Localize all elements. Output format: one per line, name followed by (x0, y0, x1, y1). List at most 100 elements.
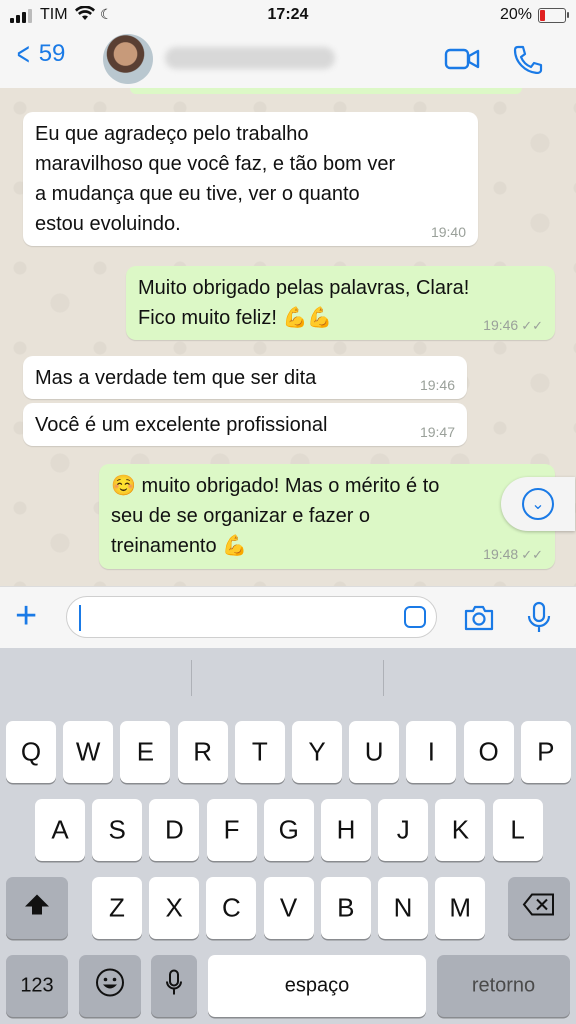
camera-icon[interactable] (462, 601, 496, 635)
space-key[interactable]: espaço (208, 955, 426, 1017)
key-t[interactable]: T (234, 721, 285, 783)
key-q[interactable]: Q (6, 721, 56, 783)
key-label: K (451, 814, 470, 845)
key-b[interactable]: B (320, 877, 371, 939)
message-input-bar: + (0, 586, 576, 649)
key-r[interactable]: R (177, 721, 228, 783)
key-v[interactable]: V (263, 877, 314, 939)
key-z[interactable]: Z (92, 877, 142, 939)
key-label: N (393, 892, 413, 923)
message-outgoing[interactable]: Muito obrigado pelas palavras, Clara! Fi… (126, 266, 555, 340)
key-l[interactable]: L (492, 799, 543, 861)
message-input[interactable] (66, 596, 437, 638)
key-label: W (75, 736, 101, 767)
key-m[interactable]: M (435, 877, 486, 939)
dictation-icon (151, 969, 197, 1004)
key-y[interactable]: Y (292, 721, 342, 783)
read-ticks-icon: ✓✓ (521, 318, 543, 333)
back-button[interactable]: < 59 (14, 36, 66, 72)
message-time: 19:48 (483, 546, 519, 562)
key-label: J (396, 814, 410, 845)
message-incoming[interactable]: Mas a verdade tem que ser dita 19:46 (23, 356, 467, 399)
key-n[interactable]: N (378, 877, 428, 939)
back-chevron-icon: < (16, 36, 30, 72)
return-key-label: retorno (471, 974, 536, 997)
sticker-icon[interactable] (404, 606, 426, 628)
key-label: F (223, 814, 240, 845)
space-key-label: espaço (284, 974, 350, 997)
message-incoming[interactable]: Eu que agradeço pelo trabalho maravilhos… (23, 112, 478, 246)
backspace-icon (508, 893, 570, 924)
key-j[interactable]: J (378, 799, 429, 861)
message-time: 19:47 (419, 424, 455, 440)
return-key[interactable]: retorno (437, 955, 570, 1017)
key-label: R (193, 736, 212, 767)
key-d[interactable]: D (149, 799, 200, 861)
key-label: H (336, 814, 356, 845)
suggestion-divider (191, 660, 192, 696)
key-label: Q (20, 736, 42, 767)
shift-icon (6, 893, 68, 924)
key-label: O (478, 736, 499, 767)
status-time: 17:24 (267, 6, 309, 23)
video-call-icon[interactable] (444, 44, 480, 74)
battery-icon (538, 8, 569, 23)
key-label: U (364, 736, 384, 767)
key-f[interactable]: F (206, 799, 257, 861)
key-label: M (449, 892, 472, 923)
message-incoming[interactable]: Você é um excelente profissional 19:47 (23, 403, 467, 446)
key-label: A (51, 814, 69, 845)
message-text: Mas a verdade tem que ser dita (35, 367, 317, 389)
message-line: a mudança que eu tive, ver o quanto (35, 183, 360, 205)
contact-name-blurred[interactable] (165, 47, 335, 69)
scroll-down-icon: ⌄ (522, 488, 554, 520)
backspace-key[interactable] (508, 877, 570, 939)
key-p[interactable]: P (520, 721, 571, 783)
key-s[interactable]: S (92, 799, 143, 861)
key-label: D (165, 814, 184, 845)
message-time: 19:46 (483, 317, 519, 333)
key-x[interactable]: X (149, 877, 200, 939)
dictation-key[interactable] (151, 955, 197, 1017)
message-line: Muito obrigado pelas palavras, Clara! (138, 277, 470, 299)
key-k[interactable]: K (435, 799, 486, 861)
key-u[interactable]: U (349, 721, 400, 783)
message-line: estou evoluindo. (35, 213, 181, 235)
emoji-key[interactable] (79, 955, 141, 1017)
plus-icon[interactable]: + (15, 597, 37, 635)
key-label: L (510, 814, 525, 845)
text-caret (79, 605, 81, 631)
shift-key[interactable] (6, 877, 68, 939)
avatar[interactable] (103, 34, 153, 84)
message-line: ☺️ muito obrigado! Mas o mérito é to (111, 475, 440, 497)
key-label: I (427, 736, 435, 767)
key-label: Y (308, 736, 326, 767)
key-h[interactable]: H (321, 799, 371, 861)
key-a[interactable]: A (35, 799, 85, 861)
key-e[interactable]: E (120, 721, 171, 783)
key-label: C (222, 892, 241, 923)
key-w[interactable]: W (63, 721, 114, 783)
message-meta: 19:46 ✓✓ (483, 317, 543, 334)
keyboard: 123 espaço retorno Q W E R T Y U I O P A S D F G H J K L Z X… (0, 648, 576, 1024)
phone-icon[interactable] (510, 44, 546, 75)
chat-area[interactable]: Eu que agradeço pelo trabalho maravilhos… (0, 88, 576, 586)
key-label: G (278, 814, 299, 845)
key-label: B (337, 892, 355, 923)
message-meta: 19:48 ✓✓ (483, 546, 543, 563)
suggestion-divider (383, 660, 384, 696)
key-label: S (108, 814, 126, 845)
read-ticks-icon: ✓✓ (521, 547, 543, 562)
emoji-icon (79, 968, 141, 1005)
numbers-key[interactable]: 123 (6, 955, 68, 1017)
key-c[interactable]: C (206, 877, 257, 939)
message-time: 19:46 (419, 377, 455, 393)
message-time: 19:40 (430, 224, 466, 240)
scroll-down-button[interactable]: ⌄ (501, 477, 575, 531)
key-g[interactable]: G (263, 799, 314, 861)
numbers-key-label: 123 (20, 974, 54, 997)
key-i[interactable]: I (406, 721, 457, 783)
key-o[interactable]: O (463, 721, 514, 783)
message-outgoing[interactable]: ☺️ muito obrigado! Mas o mérito é to seu… (99, 464, 555, 569)
microphone-icon[interactable] (524, 601, 558, 635)
